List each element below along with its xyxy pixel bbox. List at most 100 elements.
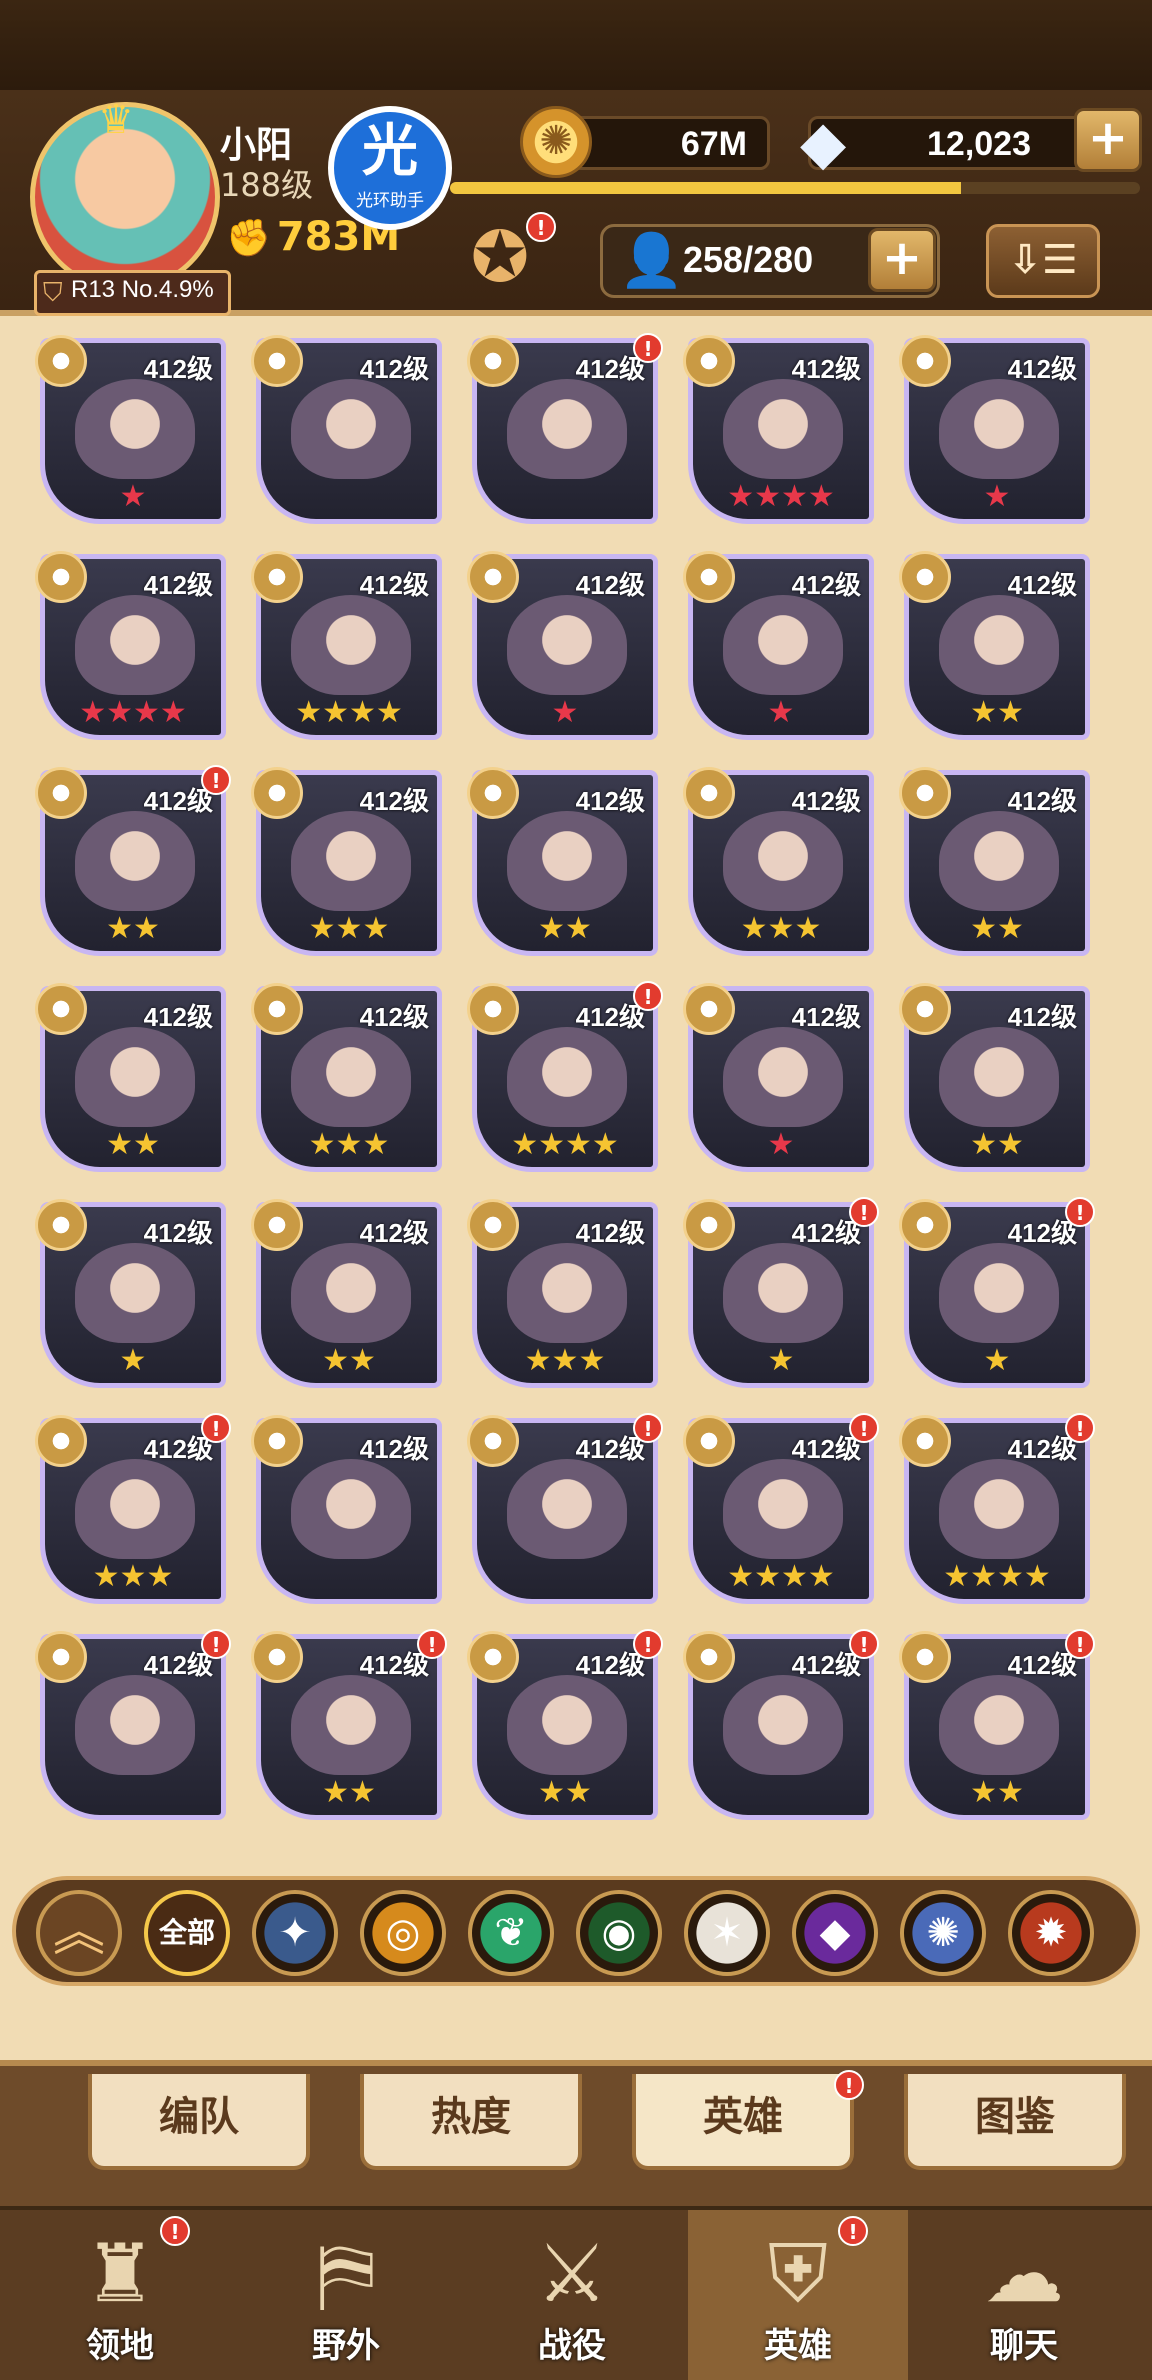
hero-stars: ★★★ [92, 1559, 174, 1594]
add-capacity-button[interactable]: + [868, 228, 936, 292]
hero-stars: ★★★★ [727, 1559, 835, 1594]
hero-card[interactable]: 412级 [251, 1415, 442, 1604]
hero-stars: ★★★★ [511, 1127, 619, 1162]
nav-label: 领地 [86, 2326, 154, 2366]
hero-card[interactable]: 412级 ★! [683, 1197, 879, 1388]
filter-mauler-icon[interactable]: ◎ [360, 1890, 446, 1976]
assistant-overlay-button[interactable]: 光 光环助手 [328, 106, 452, 230]
hero-card[interactable]: 412级 ★★ [899, 767, 1090, 956]
hero-level: 412级 [143, 354, 213, 384]
collapse-up-button[interactable]: ︽ [36, 1890, 122, 1976]
hero-card[interactable]: 412级 ★★! [251, 1629, 447, 1820]
hero-card[interactable]: 412级 ★ [35, 335, 226, 524]
filter-graveborn-icon[interactable]: ◉ [576, 1890, 662, 1976]
hero-portrait [723, 1027, 843, 1127]
hero-card[interactable]: 412级 ★ [683, 551, 874, 740]
notification-badge: ! [849, 1413, 879, 1443]
bottom-navigation: ♜ 领地! ⛿ 野外 ⚔ 战役 ⛨ 英雄! ☁ 聊天 [0, 2206, 1152, 2380]
add-diamonds-button[interactable]: + [1074, 108, 1142, 172]
nav-castle[interactable]: ♜ 领地! [10, 2210, 230, 2380]
hero-stars: ★★ [106, 911, 160, 946]
nav-chat[interactable]: ☁ 聊天 [914, 2210, 1134, 2380]
gold-coin-icon: ✺ [520, 106, 592, 178]
tab-2[interactable]: 热度 [360, 2074, 582, 2170]
diamond-icon: ◆ [800, 108, 847, 178]
filter-lightbearer-icon[interactable]: ✦ [252, 1890, 338, 1976]
hero-card[interactable]: 412级 ★★ [899, 983, 1090, 1172]
hero-stars: ★ [767, 695, 795, 730]
tab-3[interactable]: 英雄! [632, 2070, 864, 2170]
hero-card[interactable]: 412级 ★★ [467, 767, 658, 956]
hero-card[interactable]: 412级 ★ [899, 335, 1090, 524]
notification-badge: ! [201, 765, 231, 795]
hero-card[interactable]: 412级 ★★ [899, 551, 1090, 740]
hero-card[interactable]: 412级 ★★★ [683, 767, 874, 956]
hero-card[interactable]: 412级 ★★ [251, 1199, 442, 1388]
faction-emblem-icon [899, 551, 951, 603]
sort-button[interactable]: ⇩☰ [986, 224, 1100, 298]
hero-level: 412级 [143, 570, 213, 600]
hero-card[interactable]: 412级 ★★★★! [467, 981, 663, 1172]
hero-card[interactable]: 412级 ★! [899, 1197, 1095, 1388]
filter-wilder-icon[interactable]: ❦ [468, 1890, 554, 1976]
filter-all-button[interactable]: 全部 [144, 1890, 230, 1976]
faction-emblem-icon [251, 335, 303, 387]
hero-card[interactable]: 412级 ★★★★ [683, 335, 874, 524]
nav-sword[interactable]: ⚔ 战役 [462, 2210, 682, 2380]
hero-level: 412级 [575, 786, 645, 816]
hero-stars: ★ [119, 479, 147, 514]
tab-label: 热度 [431, 2094, 511, 2140]
hero-card[interactable]: 412级 ★★★ [251, 767, 442, 956]
tab-4[interactable]: 图鉴 [904, 2074, 1126, 2170]
hero-card[interactable]: 412级 [251, 335, 442, 524]
hero-card[interactable]: 412级! [467, 1413, 663, 1604]
faction-emblem-icon [683, 1199, 735, 1251]
nav-map-scroll[interactable]: ⛿ 野外 [236, 2210, 456, 2380]
filter-hypogean-icon[interactable]: ◆ [792, 1890, 878, 1976]
hero-card[interactable]: 412级 ★★★ [251, 983, 442, 1172]
faction-emblem-icon [251, 1415, 303, 1467]
hero-portrait [291, 379, 411, 479]
hero-portrait [939, 1459, 1059, 1559]
tab-label: 英雄 [703, 2094, 783, 2140]
hero-level: 412级 [791, 354, 861, 384]
hero-card[interactable]: 412级! [683, 1629, 879, 1820]
hero-card[interactable]: 412级 ★★★! [35, 1413, 231, 1604]
fist-icon: ✊ [226, 218, 271, 259]
hero-card[interactable]: 412级 ★★! [899, 1629, 1095, 1820]
hero-card[interactable]: 412级 ★★! [467, 1629, 663, 1820]
filter-celestial-icon[interactable]: ✶ [684, 1890, 770, 1976]
hero-card[interactable]: 412级! [467, 333, 663, 524]
hero-card[interactable]: 412级! [35, 1629, 231, 1820]
hero-level: 412级 [143, 1002, 213, 1032]
tab-1[interactable]: 编队 [88, 2074, 310, 2170]
hero-card[interactable]: 412级 ★ [467, 551, 658, 740]
hero-portrait [723, 379, 843, 479]
hero-level: 412级 [575, 1218, 645, 1248]
filter-draconis-icon[interactable]: ✹ [1008, 1890, 1094, 1976]
hero-portrait [723, 1675, 843, 1775]
hero-card[interactable]: 412级 ★★★★ [35, 551, 226, 740]
hero-portrait [939, 1243, 1059, 1343]
hero-portrait [75, 379, 195, 479]
hero-card[interactable]: 412级 ★ [683, 983, 874, 1172]
hero-card[interactable]: 412级 ★★! [35, 765, 231, 956]
notification-badge: ! [633, 981, 663, 1011]
hero-portrait [507, 1243, 627, 1343]
rank-badge[interactable]: ⛉ R13 No.4.9% [34, 270, 231, 316]
filter-dimensional-icon[interactable]: ✺ [900, 1890, 986, 1976]
faction-emblem-icon [251, 1199, 303, 1251]
hero-card[interactable]: 412级 ★★★ [467, 1199, 658, 1388]
notification-badge: ! [849, 1629, 879, 1659]
hero-card[interactable]: 412级 ★★ [35, 983, 226, 1172]
hero-capacity-value: 258/280 [683, 239, 814, 280]
nav-label: 英雄 [764, 2326, 832, 2366]
hero-portrait [75, 811, 195, 911]
hero-card[interactable]: 412级 ★ [35, 1199, 226, 1388]
hero-portrait [507, 595, 627, 695]
hero-card[interactable]: 412级 ★★★★! [899, 1413, 1095, 1604]
hero-card[interactable]: 412级 ★★★★ [251, 551, 442, 740]
hero-card[interactable]: 412级 ★★★★! [683, 1413, 879, 1604]
nav-hero-helmet[interactable]: ⛨ 英雄! [688, 2210, 908, 2380]
hero-stars: ★★ [970, 1775, 1024, 1810]
